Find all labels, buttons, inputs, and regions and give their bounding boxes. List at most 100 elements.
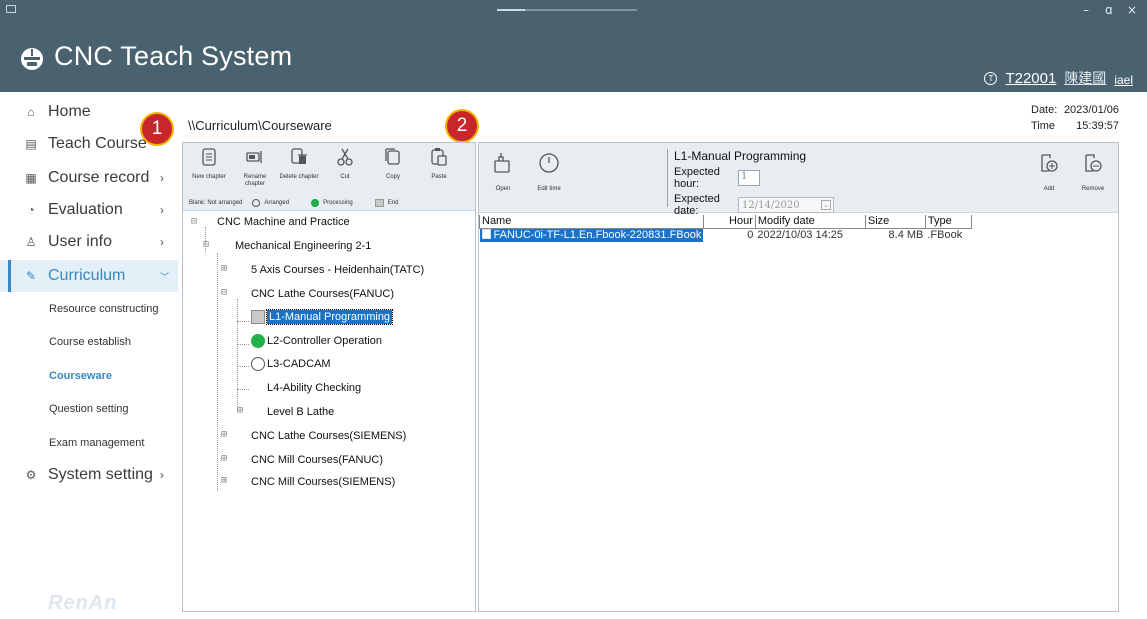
paste-icon (431, 148, 447, 166)
add-button[interactable]: Add (1027, 151, 1071, 192)
gear-icon: ⚙ (25, 468, 37, 482)
chapter-toolbar: New chapter Rename chapter Delete chapte… (183, 143, 475, 211)
subitem-resource-constructing[interactable]: Resource constructing (49, 303, 158, 315)
chevron-down-icon[interactable]: ⌄ (821, 200, 831, 210)
tree-node-label: L3-CADCAM (267, 358, 331, 370)
tree-node-label: CNC Lathe Courses(SIEMENS) (251, 430, 407, 442)
minimize-button[interactable]: – (1083, 3, 1089, 17)
sidebar-item-evaluation[interactable]: ◔ Evaluation › (0, 194, 178, 226)
tree-node-lesson[interactable]: L2-Controller Operation (251, 332, 382, 350)
sidebar-item-label: User info (48, 233, 113, 250)
annotation-badge-1: 1 (142, 114, 172, 144)
collapse-icon[interactable]: ⊟ (203, 239, 209, 250)
tree-node-label: CNC Mill Courses(FANUC) (251, 454, 384, 466)
tree-node-lesson[interactable]: Level B Lathe (267, 403, 334, 421)
file-name: FANUC-0i-TF-L1.En.Fbook-220831.FBook (493, 229, 702, 242)
expand-icon[interactable]: ⊞ (221, 429, 227, 440)
legend-processing: Processing (323, 200, 353, 206)
user-name[interactable]: 陳建國 (1064, 68, 1106, 88)
courseware-file-table: Name Hour Modify date Size Type FANUC-0i… (479, 215, 972, 242)
new-chapter-icon (202, 148, 216, 166)
tree-node-label: L4-Ability Checking (267, 382, 362, 394)
lesson-info-title: L1-Manual Programming (674, 149, 807, 163)
table-row[interactable]: FANUC-0i-TF-L1.En.Fbook-220831.FBook 0 2… (479, 228, 972, 242)
expand-icon[interactable]: ⊞ (221, 453, 227, 464)
sidebar-item-system-setting[interactable]: ⚙ System setting › (0, 459, 178, 491)
file-icon (481, 229, 491, 240)
paste-button[interactable]: Paste (419, 147, 459, 181)
app-title: CNC Teach System (54, 41, 293, 71)
legend-end: End (387, 200, 399, 206)
button-label: Copy (385, 174, 400, 180)
expected-date-picker[interactable]: 12/14/2020 ⌄ (738, 197, 834, 213)
sidebar-item-label: Teach Course (48, 135, 147, 152)
subitem-course-establish[interactable]: Course establish (49, 336, 131, 348)
breadcrumb: \\Curriculum\Courseware (188, 118, 332, 133)
tree-node-root[interactable]: CNC Machine and Practice (217, 213, 350, 231)
button-label: Edit time (537, 186, 561, 192)
tree-node-lesson[interactable]: L4-Ability Checking (267, 379, 361, 397)
copy-icon (385, 148, 400, 165)
chevron-right-icon: › (160, 171, 164, 185)
column-header-name[interactable]: Name (479, 215, 704, 229)
tree-node-course[interactable]: CNC Lathe Courses(SIEMENS) (251, 427, 406, 445)
column-header-hour[interactable]: Hour (702, 215, 756, 229)
sidebar-item-label: System setting (48, 466, 153, 483)
chevron-right-icon: › (160, 468, 164, 482)
collapse-icon[interactable]: ⊟ (191, 216, 197, 227)
tree-node-lesson-selected[interactable]: L1-Manual Programming (251, 308, 394, 326)
rename-chapter-button[interactable]: Rename chapter (235, 147, 275, 188)
column-header-modify-date[interactable]: Modify date (754, 215, 866, 229)
subitem-question-setting[interactable]: Question setting (49, 403, 129, 415)
expand-icon[interactable]: ⊞ (221, 475, 227, 486)
sidebar-item-user-info[interactable]: ♙ User info › (0, 226, 178, 258)
subitem-courseware[interactable]: Courseware (49, 370, 112, 382)
close-button[interactable]: × (1127, 3, 1137, 17)
cut-button[interactable]: Cut (325, 147, 365, 181)
tree-node-mechanical-engineering[interactable]: Mechanical Engineering 2-1 (235, 237, 371, 255)
user-id[interactable]: T22001 (1005, 70, 1056, 87)
status-end-icon (251, 310, 265, 324)
tree-node-course[interactable]: 5 Axis Courses - Heidenhain(TATC) (251, 261, 424, 279)
file-name-cell[interactable]: FANUC-0i-TF-L1.En.Fbook-220831.FBook (479, 228, 704, 242)
button-label: Delete chapter (279, 174, 319, 180)
tree-node-course[interactable]: CNC Mill Courses(FANUC) (251, 451, 383, 469)
copy-button[interactable]: Copy (373, 147, 413, 181)
maximize-button[interactable]: ɑ (1105, 3, 1113, 17)
sidebar-item-course-record[interactable]: ▦ Course record › (0, 162, 178, 194)
sidebar: ⌂ Home ▤ Teach Course ▦ Course record › … (0, 92, 178, 619)
app-header: CNC Teach System T T22001 陳建國 iael (0, 22, 1147, 92)
open-button[interactable]: Open (481, 151, 525, 192)
edit-time-button[interactable]: Edit time (527, 151, 571, 192)
chevron-down-icon: ﹀ (160, 271, 170, 282)
tree-node-course[interactable]: CNC Mill Courses(SIEMENS) (251, 473, 395, 491)
subitem-exam-management[interactable]: Exam management (49, 437, 144, 449)
button-label: Add (1043, 186, 1055, 192)
tree-node-course[interactable]: CNC Lathe Courses(FANUC) (251, 285, 394, 303)
date-value: 2023/01/06 (1063, 104, 1119, 116)
expand-icon[interactable]: ⊞ (237, 405, 243, 416)
sidebar-item-curriculum[interactable]: ✎ Curriculum ﹀ (0, 260, 178, 292)
window-titlebar: – ɑ × (0, 0, 1147, 22)
column-header-type[interactable]: Type (924, 215, 972, 229)
brand-watermark: RenAn (48, 592, 118, 614)
teacher-icon: T (984, 71, 998, 85)
expand-icon[interactable]: ⊞ (221, 263, 227, 274)
collapse-icon[interactable]: ⊟ (221, 287, 227, 298)
tree-node-label: CNC Lathe Courses(FANUC) (251, 288, 395, 300)
new-chapter-button[interactable]: New chapter (189, 147, 229, 181)
courseware-panel: Open Edit time L1-Manual Programming Exp… (478, 142, 1119, 612)
table-header-row: Name Hour Modify date Size Type (479, 215, 972, 229)
status-arranged-icon (251, 357, 265, 371)
open-icon (494, 153, 510, 173)
remove-button[interactable]: Remove (1071, 151, 1115, 192)
user-area[interactable]: T T22001 陳建國 iael (984, 68, 1133, 88)
tree-node-lesson[interactable]: L3-CADCAM (251, 355, 331, 373)
delete-chapter-button[interactable]: Delete chapter (279, 147, 319, 181)
column-header-size[interactable]: Size (864, 215, 926, 229)
chapter-panel: New chapter Rename chapter Delete chapte… (182, 142, 476, 612)
user-name-suffix[interactable]: iael (1114, 73, 1133, 87)
expected-hour-input[interactable]: 1 (738, 170, 760, 186)
courseware-toolbar: Open Edit time L1-Manual Programming Exp… (479, 143, 1118, 217)
chevron-right-icon: › (160, 203, 164, 217)
